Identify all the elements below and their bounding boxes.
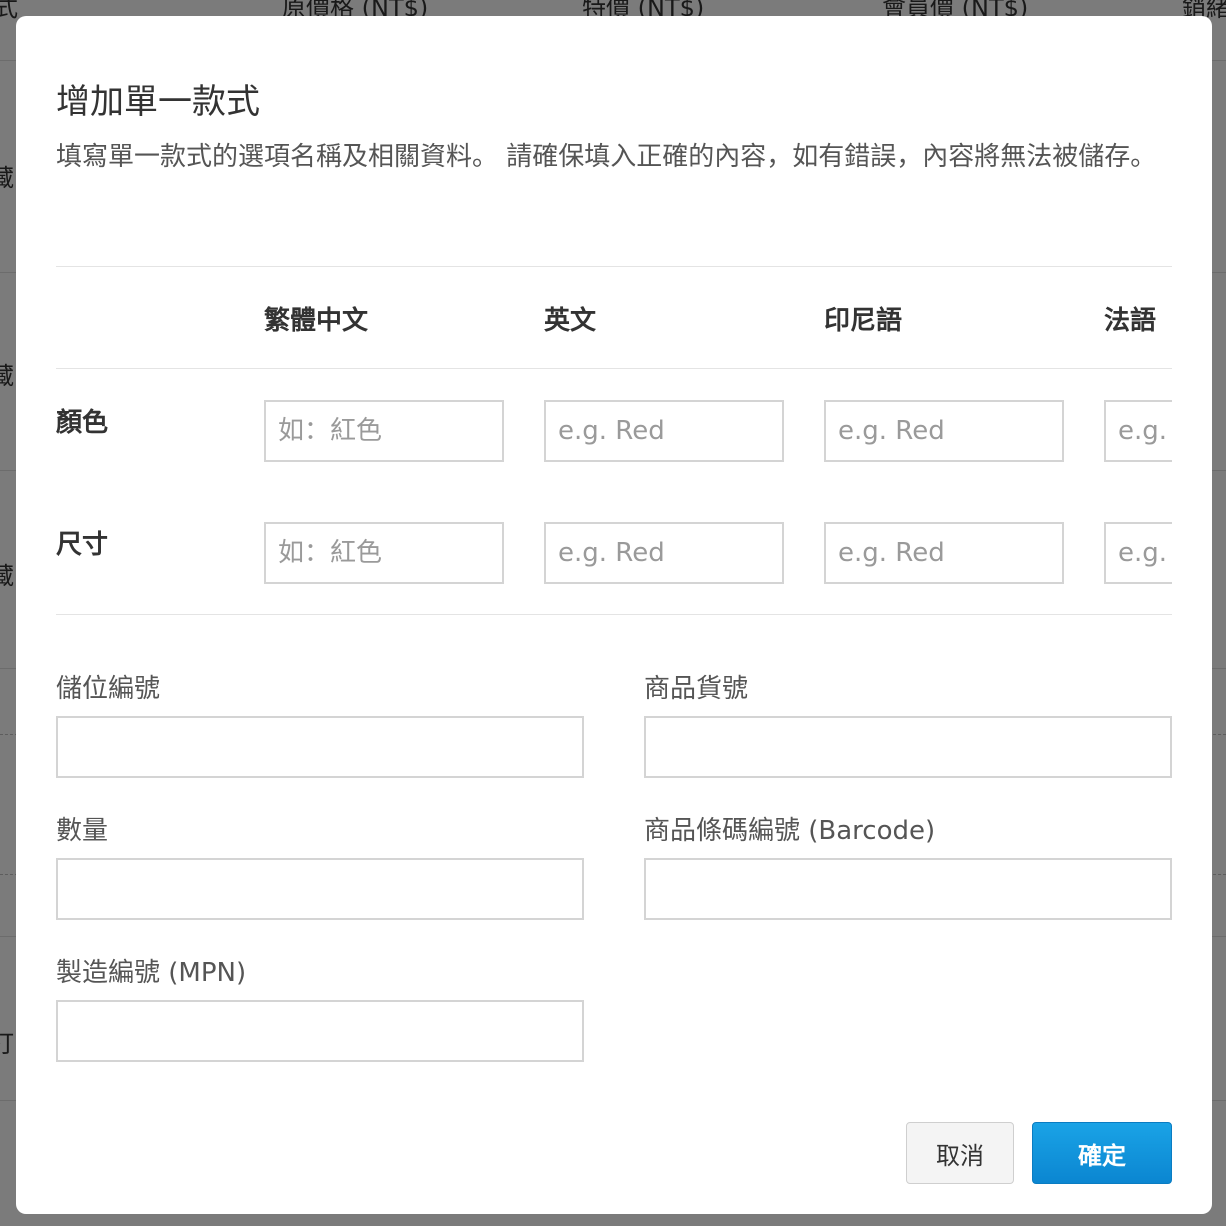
- mpn-label: 製造編號 (MPN): [56, 958, 247, 988]
- size-input-english[interactable]: [544, 522, 784, 584]
- color-input-indonesian[interactable]: [824, 400, 1064, 462]
- confirm-button[interactable]: 確定: [1032, 1122, 1172, 1184]
- size-input-french[interactable]: [1104, 522, 1172, 584]
- divider: [56, 368, 1172, 369]
- storage-number-label: 儲位編號: [56, 674, 161, 704]
- dialog-title: 增加單一款式: [56, 82, 260, 122]
- cancel-button[interactable]: 取消: [906, 1122, 1014, 1184]
- size-input-traditional-chinese[interactable]: [264, 522, 504, 584]
- language-header-french: 法語: [1104, 306, 1157, 336]
- color-input-traditional-chinese[interactable]: [264, 400, 504, 462]
- divider: [56, 614, 1172, 615]
- language-header-traditional-chinese: 繁體中文: [264, 306, 369, 336]
- sku-input[interactable]: [644, 716, 1172, 778]
- divider: [56, 266, 1172, 267]
- language-header-indonesian: 印尼語: [824, 306, 903, 336]
- color-input-french[interactable]: [1104, 400, 1172, 462]
- sku-label: 商品貨號: [644, 674, 749, 704]
- option-label-color: 顏色: [56, 408, 109, 438]
- barcode-label: 商品條碼編號 (Barcode): [644, 816, 936, 846]
- barcode-input[interactable]: [644, 858, 1172, 920]
- dialog-description: 填寫單一款式的選項名稱及相關資料。 請確保填入正確的內容，如有錯誤，內容將無法被…: [56, 142, 1157, 172]
- quantity-input[interactable]: [56, 858, 584, 920]
- option-inputs-grid: [264, 396, 1172, 586]
- option-label-size: 尺寸: [56, 530, 109, 560]
- mpn-input[interactable]: [56, 1000, 584, 1062]
- add-variant-dialog: 增加單一款式 填寫單一款式的選項名稱及相關資料。 請確保填入正確的內容，如有錯誤…: [16, 16, 1212, 1214]
- quantity-label: 數量: [56, 816, 109, 846]
- size-input-indonesian[interactable]: [824, 522, 1064, 584]
- color-input-english[interactable]: [544, 400, 784, 462]
- storage-number-input[interactable]: [56, 716, 584, 778]
- language-header-english: 英文: [544, 306, 597, 336]
